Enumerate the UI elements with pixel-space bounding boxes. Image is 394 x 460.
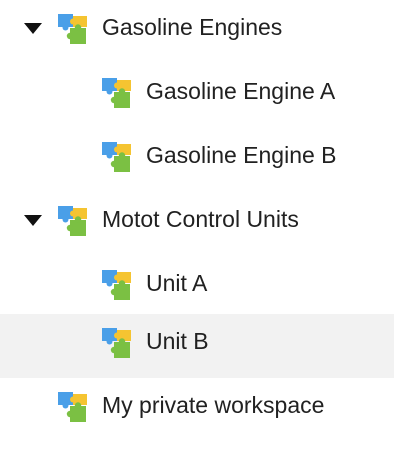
tree-item-label: Gasoline Engines (102, 14, 283, 40)
tree-item-unit-a[interactable]: Unit A (0, 256, 394, 320)
tree-item-my-private-workspace[interactable]: My private workspace (0, 378, 394, 442)
workspace-puzzle-icon (58, 390, 92, 424)
workspace-puzzle-icon (58, 12, 92, 46)
tree-item-gasoline-engines[interactable]: Gasoline Engines (0, 0, 394, 64)
tree-item-gasoline-engine-b[interactable]: Gasoline Engine B (0, 128, 394, 192)
workspace-puzzle-icon (102, 268, 136, 302)
tree-item-label: Motot Control Units (102, 206, 299, 232)
tree-item-label: Gasoline Engine A (146, 78, 336, 104)
tree-item-gasoline-engine-a[interactable]: Gasoline Engine A (0, 64, 394, 128)
workspace-puzzle-icon (102, 140, 136, 174)
tree-item-label: Unit A (146, 270, 208, 296)
workspace-puzzle-icon (58, 204, 92, 238)
expand-caret-icon[interactable] (22, 210, 44, 232)
tree-item-motot-control-units[interactable]: Motot Control Units (0, 192, 394, 256)
tree-item-label: Unit B (146, 328, 209, 354)
tree-item-label: Gasoline Engine B (146, 142, 337, 168)
workspace-tree: Gasoline Engines Gasoline Engine A Gasol… (0, 0, 394, 460)
workspace-puzzle-icon (102, 76, 136, 110)
tree-item-unit-b[interactable]: Unit B (0, 314, 394, 378)
tree-item-label: My private workspace (102, 392, 325, 418)
workspace-puzzle-icon (102, 326, 136, 360)
expand-caret-icon[interactable] (22, 18, 44, 40)
